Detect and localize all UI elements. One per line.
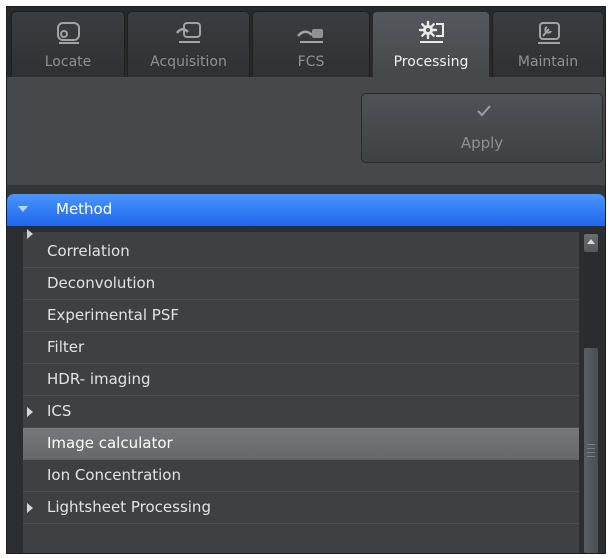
tab-label: Processing <box>393 54 469 70</box>
gear-icon <box>418 20 444 43</box>
tab-label: Locate <box>44 54 92 70</box>
maintain-icon <box>538 22 560 44</box>
processing-panel: Locate Acquisition FCS Processing Mainta… <box>6 6 606 554</box>
list-item-label: Deconvolution <box>47 274 156 292</box>
list-item-partial <box>23 226 579 239</box>
checkmark-icon <box>477 105 491 117</box>
list-item-ion-concentration[interactable]: Ion Concentration <box>23 460 579 492</box>
list-item-image-calculator[interactable]: Image calculator <box>23 428 579 460</box>
grip-line <box>587 448 595 449</box>
apply-button[interactable]: Apply <box>361 93 603 163</box>
tab-acquisition[interactable]: Acquisition <box>127 11 250 77</box>
expand-arrow-icon[interactable] <box>26 407 34 417</box>
scroll-up-button[interactable] <box>584 234 598 252</box>
tab-fcs[interactable]: FCS <box>252 11 370 77</box>
app-window: Locate Acquisition FCS Processing Mainta… <box>0 0 610 558</box>
grip-line <box>587 456 595 457</box>
method-list-inner: Correlation Deconvolution Experimental P… <box>23 229 579 553</box>
list-item-label: Ion Concentration <box>47 466 181 484</box>
scroll-up-arrow-icon <box>587 239 595 244</box>
method-section-header[interactable]: Method <box>7 194 605 226</box>
method-title: Method <box>56 200 113 218</box>
list-item-experimental-psf[interactable]: Experimental PSF <box>23 300 579 332</box>
tab-bar: Locate Acquisition FCS Processing Mainta… <box>7 7 605 77</box>
list-item-ics[interactable]: ICS <box>23 396 579 428</box>
list-item-label: Correlation <box>47 242 130 260</box>
list-item-filter[interactable]: Filter <box>23 332 579 364</box>
tab-label: Acquisition <box>150 54 227 70</box>
expand-arrow-icon[interactable] <box>26 503 34 513</box>
list-item-label: HDR- imaging <box>47 370 151 388</box>
list-item-deconvolution[interactable]: Deconvolution <box>23 268 579 300</box>
method-list: Correlation Deconvolution Experimental P… <box>7 226 605 553</box>
locate-icon <box>57 22 80 44</box>
list-item-label: Image calculator <box>47 434 173 452</box>
collapse-triangle-icon <box>18 206 28 212</box>
tab-label: FCS <box>297 54 325 70</box>
tab-label: Maintain <box>517 54 579 70</box>
apply-label: Apply <box>460 134 504 152</box>
list-item-lightsheet-processing[interactable]: Lightsheet Processing <box>23 492 579 524</box>
list-item-label: ICS <box>47 402 72 420</box>
tab-processing[interactable]: Processing <box>372 11 490 77</box>
acquisition-icon <box>175 22 201 43</box>
list-item-label: Lightsheet Processing <box>47 498 211 516</box>
grip-line <box>587 452 595 453</box>
list-item-correlation[interactable]: Correlation <box>23 236 579 268</box>
tool-area: Apply <box>7 77 605 185</box>
tab-maintain[interactable]: Maintain <box>492 11 604 77</box>
scrollbar[interactable] <box>583 232 599 553</box>
scrollbar-thumb[interactable] <box>584 348 598 553</box>
list-item-label: Filter <box>47 338 85 356</box>
fcs-icon <box>297 29 323 43</box>
grip-line <box>587 444 595 445</box>
list-item-label: Experimental PSF <box>47 306 179 324</box>
list-item-hdr-imaging[interactable]: HDR- imaging <box>23 364 579 396</box>
tab-locate[interactable]: Locate <box>11 11 125 77</box>
